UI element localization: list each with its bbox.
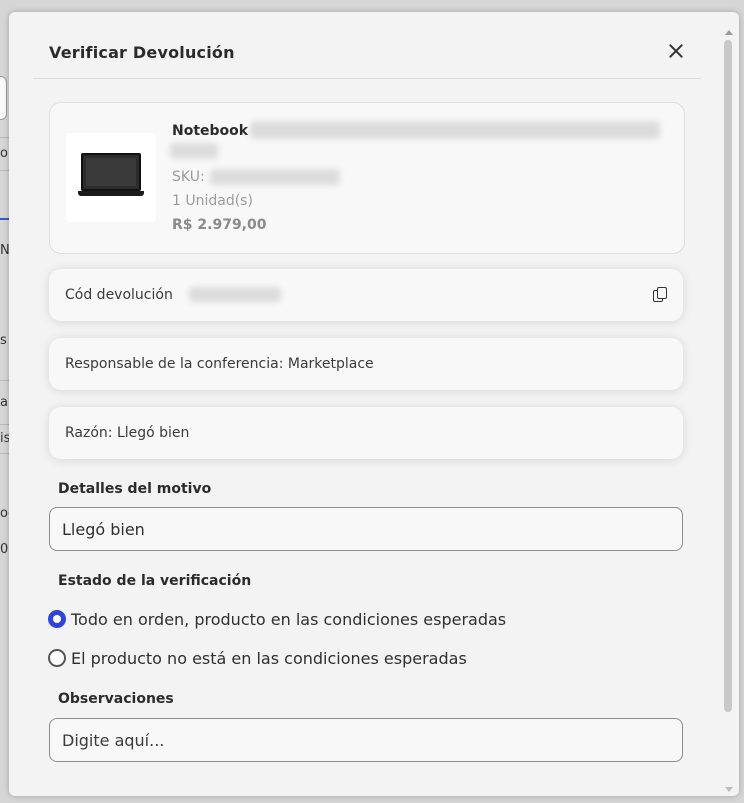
redacted-sku-value [210,169,340,185]
copy-icon[interactable] [653,287,667,303]
background-text: oc [0,506,9,521]
observations-input[interactable] [49,718,683,762]
radio-option-ok[interactable]: Todo en orden, producto en las condicion… [48,607,506,631]
product-card: Notebook SKU: 1 Unidad(s) R$ 2.979,00 [49,102,685,254]
modal-title: Verificar Devolución [49,43,235,62]
radio-unchecked-icon[interactable] [48,649,66,667]
laptop-icon [78,153,144,199]
radio-option-label: El producto no está en las condiciones e… [71,648,467,668]
redacted-product-description [250,121,660,139]
product-name: Notebook [172,123,249,139]
responsible-text: Responsable de la conferencia: Marketpla… [65,356,374,372]
scroll-thumb[interactable] [724,40,732,712]
background-panel-edge [0,76,7,120]
radio-checked-icon[interactable] [48,610,66,628]
radio-option-label: Todo en orden, producto en las condicion… [71,609,507,629]
background-text: s [0,333,7,348]
redacted-product-description [170,143,218,159]
details-input[interactable] [49,507,683,551]
background-text: o [0,146,8,161]
product-sku-label: SKU: [172,169,205,185]
product-quantity: 1 Unidad(s) [172,193,253,209]
return-code-card: Cód devolución [49,269,683,321]
reason-card: Razón: Llegó bien [49,407,683,459]
product-price: R$ 2.979,00 [172,217,267,233]
details-label: Detalles del motivo [58,481,212,497]
modal-scrollbar[interactable] [723,30,733,792]
background-text: 0 [0,542,9,557]
background-text: N [0,243,9,258]
close-icon[interactable] [667,42,685,60]
scroll-up-icon[interactable] [725,30,733,35]
laptop-image [66,133,156,222]
observations-label: Observaciones [58,691,174,707]
verification-status-label: Estado de la verificación [58,573,252,589]
background-text: a [0,395,8,410]
return-code-label: Cód devolución [65,287,173,303]
redacted-return-code [189,287,281,302]
reason-text: Razón: Llegó bien [65,425,190,441]
scroll-down-icon[interactable] [725,787,733,792]
radio-option-not-ok[interactable]: El producto no está en las condiciones e… [48,646,467,670]
modal-header: Verificar Devolución [33,12,701,79]
verify-return-modal: Verificar Devolución Notebook SKU: 1 Uni… [9,12,739,796]
background-text: is [0,431,9,446]
responsible-card: Responsable de la conferencia: Marketpla… [49,338,683,390]
